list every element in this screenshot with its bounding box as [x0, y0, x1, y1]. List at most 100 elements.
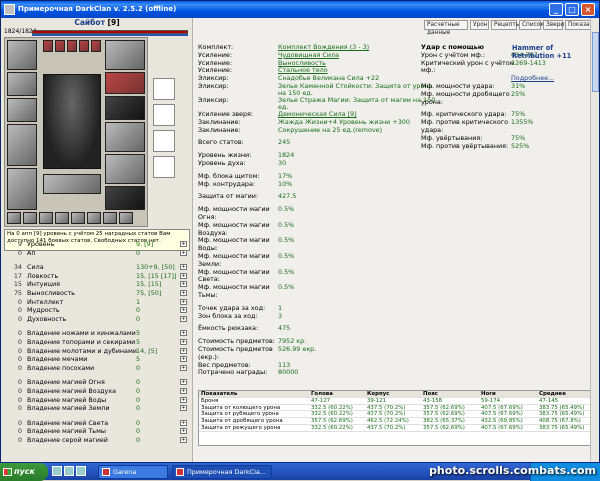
- table-cell: 383.75 (65.49%): [539, 411, 585, 418]
- weapon-slot[interactable]: [7, 124, 37, 166]
- extra-slot-3[interactable]: [153, 130, 175, 152]
- armor-slot[interactable]: [7, 168, 37, 210]
- details-panel: Расчетные данные Урон Рецепты Список Звери По…: [194, 18, 600, 463]
- minimize-button[interactable]: _: [549, 3, 563, 16]
- stat-plus-button[interactable]: +: [180, 347, 187, 354]
- weapon-name[interactable]: Hammer of Retribution +11: [512, 44, 594, 60]
- stat-plus-button[interactable]: +: [180, 289, 187, 296]
- stat-input[interactable]: 0: [4, 306, 22, 315]
- stat-plus-button[interactable]: +: [180, 272, 187, 279]
- shield-slot[interactable]: [105, 122, 145, 152]
- stat-label: Владение серой магией: [27, 435, 108, 444]
- stat-plus-button[interactable]: +: [180, 281, 187, 288]
- detail-row: Стоимость предметов 526.99 екр.: [198, 345, 416, 354]
- toolbar-button-3[interactable]: Список: [519, 20, 544, 30]
- boots-slot[interactable]: [105, 186, 145, 210]
- gloves-slot[interactable]: [105, 40, 145, 70]
- belt-slot[interactable]: [43, 174, 101, 194]
- stat-plus-button[interactable]: +: [180, 315, 187, 322]
- toolbar-button-1[interactable]: Урон: [470, 20, 489, 30]
- stat-plus-button[interactable]: +: [180, 241, 187, 247]
- stat-input[interactable]: 0: [4, 378, 22, 387]
- stat-plus-button[interactable]: +: [180, 405, 187, 412]
- stat-value: 9, [9]: [136, 240, 154, 248]
- table-cell: 383.75 (65.49%): [539, 424, 585, 431]
- shirt-slot[interactable]: [105, 96, 145, 120]
- stat-input[interactable]: 0: [4, 396, 22, 405]
- stat-plus-button[interactable]: +: [180, 364, 187, 371]
- stat-plus-button[interactable]: +: [180, 264, 187, 271]
- pocket-slot-6[interactable]: [87, 212, 101, 224]
- extra-slot-4[interactable]: [153, 156, 175, 178]
- stat-plus-button[interactable]: +: [180, 396, 187, 403]
- ring-slot-1[interactable]: [43, 40, 53, 52]
- stat-label: Владение молотами и дубинами: [27, 346, 137, 355]
- stat-input[interactable]: 0: [4, 387, 22, 396]
- detail-value: 0.5%: [278, 267, 295, 276]
- amulet-slot[interactable]: [7, 98, 37, 122]
- stat-input[interactable]: 0: [4, 329, 22, 338]
- stat-input[interactable]: 75: [4, 289, 22, 298]
- pocket-slot-8[interactable]: [119, 212, 133, 224]
- quicklaunch-icon-1[interactable]: [52, 466, 62, 476]
- stat-input[interactable]: 15: [4, 280, 22, 289]
- stat-input[interactable]: 0: [4, 404, 22, 413]
- pocket-slot-1[interactable]: [7, 212, 21, 224]
- detail-value: 427.5: [278, 192, 297, 201]
- leggings-slot[interactable]: [105, 154, 145, 184]
- ring-slot-2[interactable]: [55, 40, 65, 52]
- toolbar-button-2[interactable]: Рецепты: [491, 20, 520, 30]
- helmet-slot[interactable]: [7, 40, 37, 70]
- stat-plus-button[interactable]: +: [180, 356, 187, 363]
- stat-input[interactable]: 17: [4, 272, 22, 281]
- extra-slot-1[interactable]: [153, 78, 175, 100]
- earring-slot[interactable]: [7, 72, 37, 96]
- bracer-slot[interactable]: [105, 72, 145, 94]
- ring-slot-3[interactable]: [67, 40, 77, 52]
- task-darkclan[interactable]: Примерочная DarkCla...: [172, 465, 272, 479]
- stat-input[interactable]: 9: [4, 240, 22, 249]
- pocket-slot-2[interactable]: [23, 212, 37, 224]
- pocket-slot-7[interactable]: [103, 212, 117, 224]
- quicklaunch-icon-3[interactable]: [76, 466, 86, 476]
- task-garena[interactable]: Garena: [98, 465, 168, 479]
- vertical-scrollbar[interactable]: [590, 18, 599, 463]
- stat-input[interactable]: 0: [4, 347, 22, 356]
- start-button[interactable]: пуск: [0, 463, 48, 481]
- stat-input[interactable]: 0: [4, 298, 22, 307]
- stat-input[interactable]: 0: [4, 338, 22, 347]
- quicklaunch-icon-2[interactable]: [64, 466, 74, 476]
- stat-input[interactable]: 0: [4, 364, 22, 373]
- stat-plus-button[interactable]: +: [180, 436, 187, 443]
- close-button[interactable]: ×: [581, 3, 595, 16]
- toolbar-button-4[interactable]: Звери: [543, 20, 564, 30]
- stat-plus-button[interactable]: +: [180, 387, 187, 394]
- toolbar-button-0[interactable]: Расчетные данные: [424, 20, 468, 36]
- stat-input[interactable]: 0: [4, 436, 22, 445]
- stat-plus-button[interactable]: +: [180, 379, 187, 386]
- stat-plus-button[interactable]: +: [180, 338, 187, 345]
- pocket-slot-4[interactable]: [55, 212, 69, 224]
- stat-plus-button[interactable]: +: [180, 307, 187, 314]
- content-area: Сайбот [9] 1824/1824 На 0 апп [9] уровен…: [1, 18, 600, 463]
- pocket-slot-3[interactable]: [39, 212, 53, 224]
- ring-slot-5[interactable]: [91, 40, 101, 52]
- stat-input[interactable]: 34: [4, 263, 22, 272]
- pocket-slot-5[interactable]: [71, 212, 85, 224]
- maximize-button[interactable]: □: [565, 3, 579, 16]
- extra-slot-2[interactable]: [153, 104, 175, 126]
- stat-input[interactable]: 0: [4, 355, 22, 364]
- title-bar[interactable]: Примерочная DarkClan v. 2.5.2 (offline) …: [1, 1, 599, 18]
- stat-plus-button[interactable]: +: [180, 330, 187, 337]
- ring-slot-4[interactable]: [79, 40, 89, 52]
- scrollbar-thumb[interactable]: [592, 32, 599, 92]
- stat-input[interactable]: 0: [4, 315, 22, 324]
- stat-input[interactable]: 0: [4, 427, 22, 436]
- stat-plus-button[interactable]: +: [180, 428, 187, 435]
- stat-input[interactable]: 0: [4, 419, 22, 428]
- stat-plus-button[interactable]: +: [180, 419, 187, 426]
- stat-value: 0: [136, 418, 141, 427]
- stat-plus-button[interactable]: +: [180, 298, 187, 305]
- stat-plus-button[interactable]: +: [180, 249, 187, 256]
- stat-input[interactable]: 0: [4, 249, 22, 258]
